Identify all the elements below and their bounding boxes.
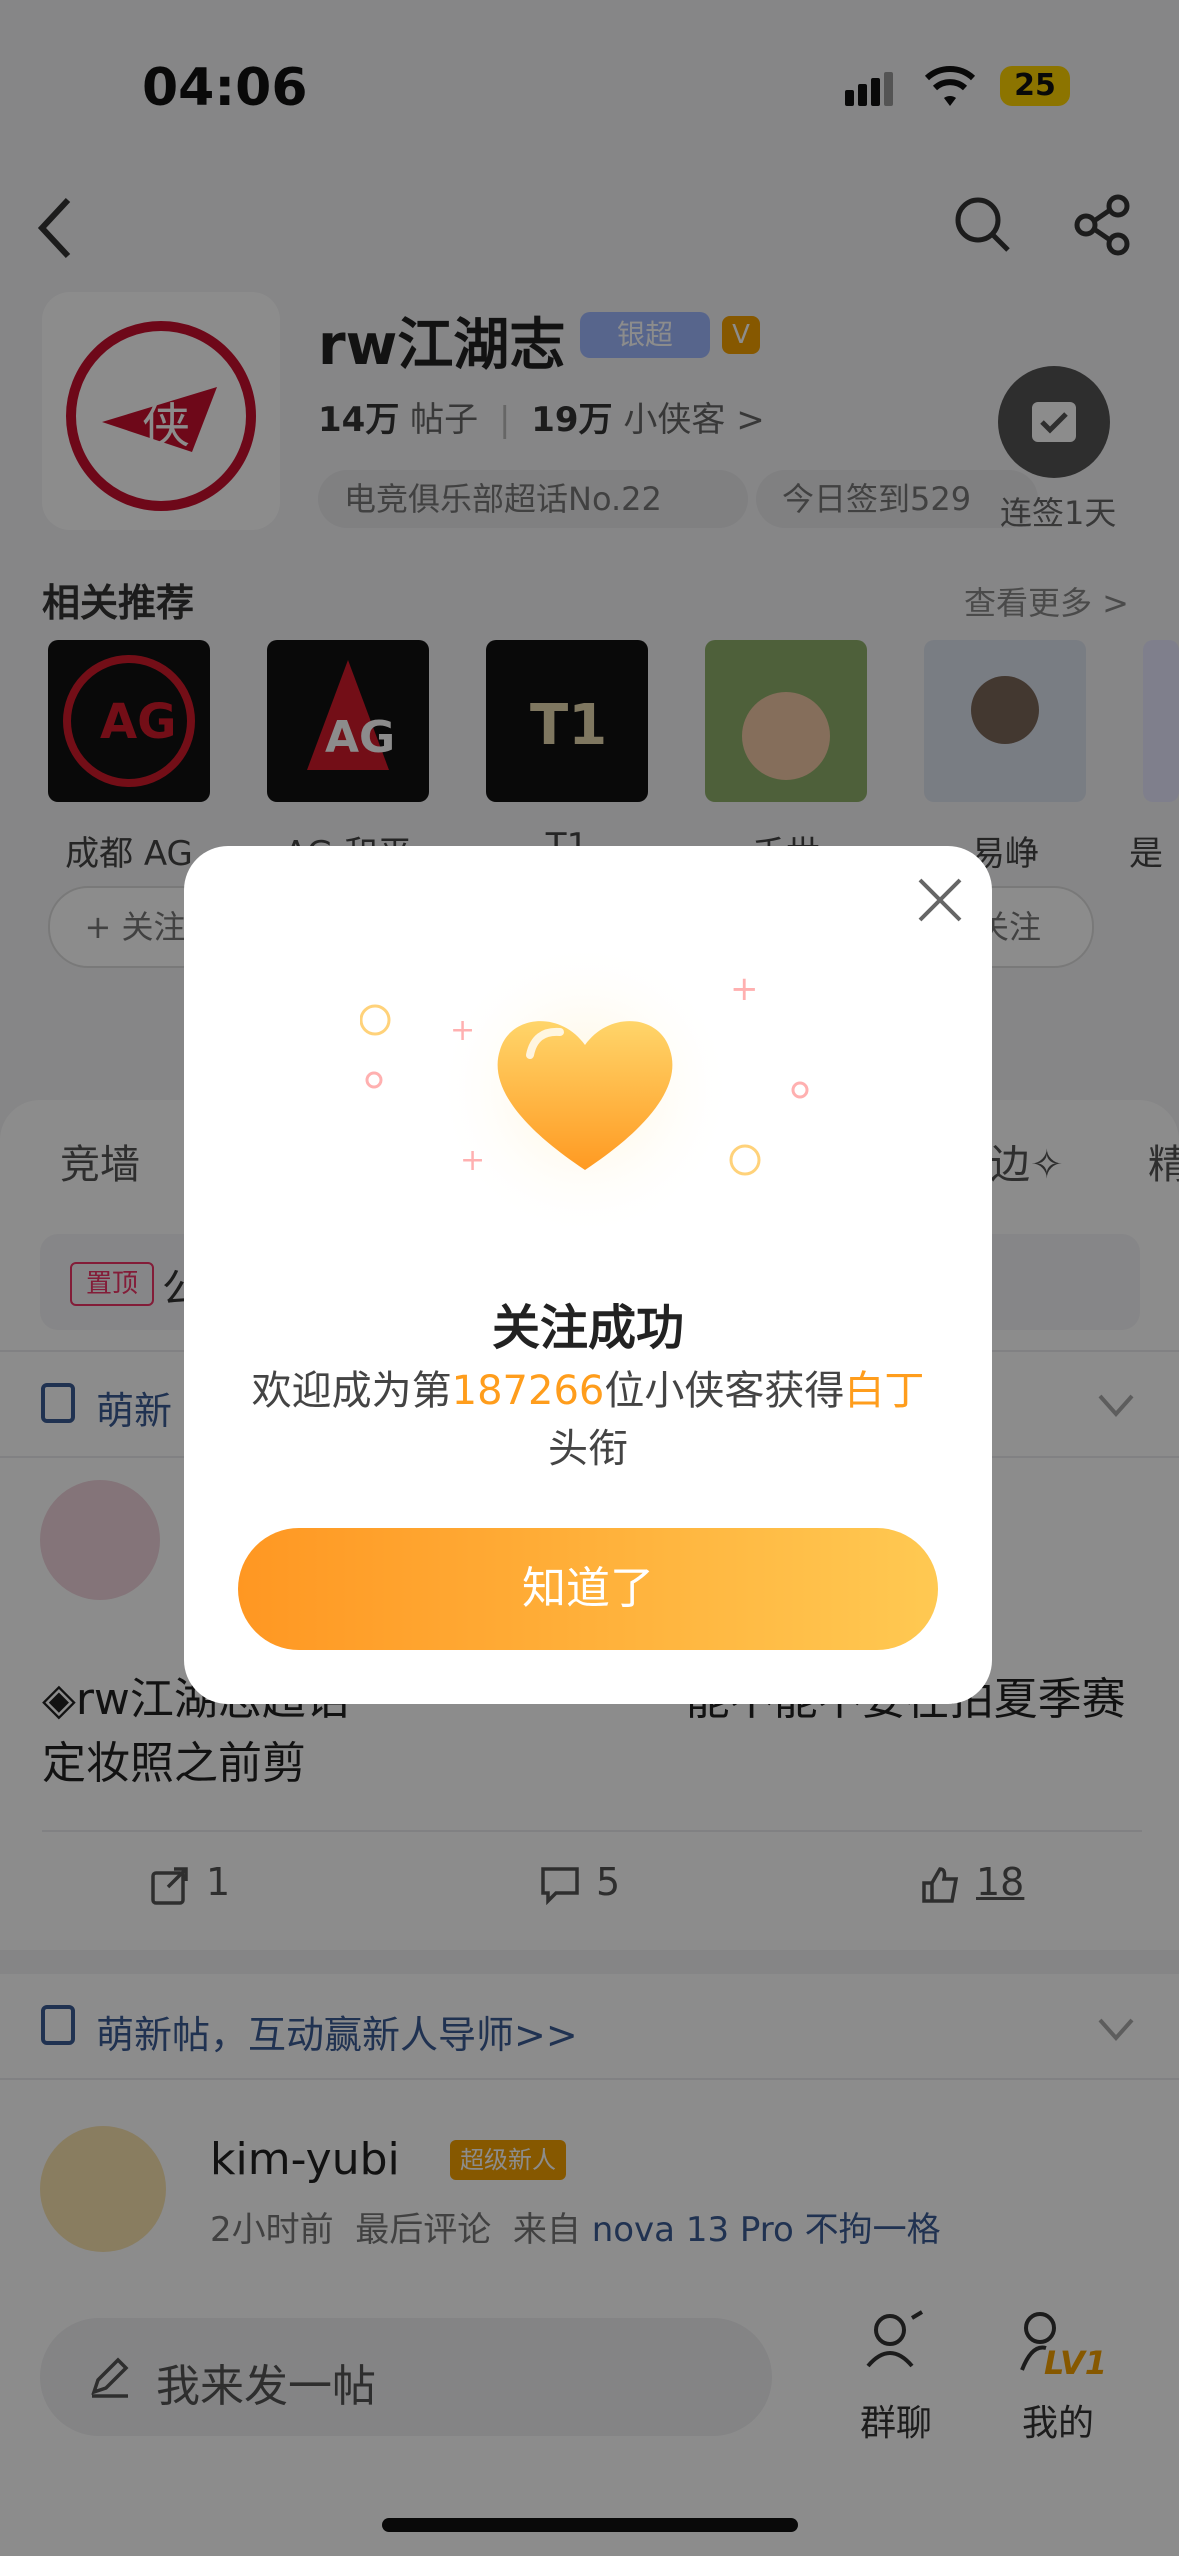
svg-text:+: + <box>460 1143 485 1178</box>
confirm-button[interactable]: 知道了 <box>238 1528 938 1650</box>
svg-text:+: + <box>730 969 759 1009</box>
desc-prefix: 欢迎成为第 <box>251 1368 452 1414</box>
modal-description: 欢迎成为第187266位小侠客获得白丁 头衔 <box>224 1362 952 1478</box>
page: 04:06 25 侠 rw江湖志 银超 V 14万 帖子 | 19万 小侠客 >… <box>0 0 1179 2556</box>
heart-illustration: + + + <box>359 940 810 1260</box>
svg-text:+: + <box>450 1013 475 1048</box>
close-icon[interactable] <box>910 870 970 930</box>
desc-middle: 位小侠客获得 <box>604 1368 845 1414</box>
follower-number: 187266 <box>451 1368 605 1414</box>
rank-title: 白丁 <box>844 1368 925 1414</box>
modal-title: 关注成功 <box>491 1300 684 1356</box>
desc-suffix: 头衔 <box>548 1426 628 1472</box>
